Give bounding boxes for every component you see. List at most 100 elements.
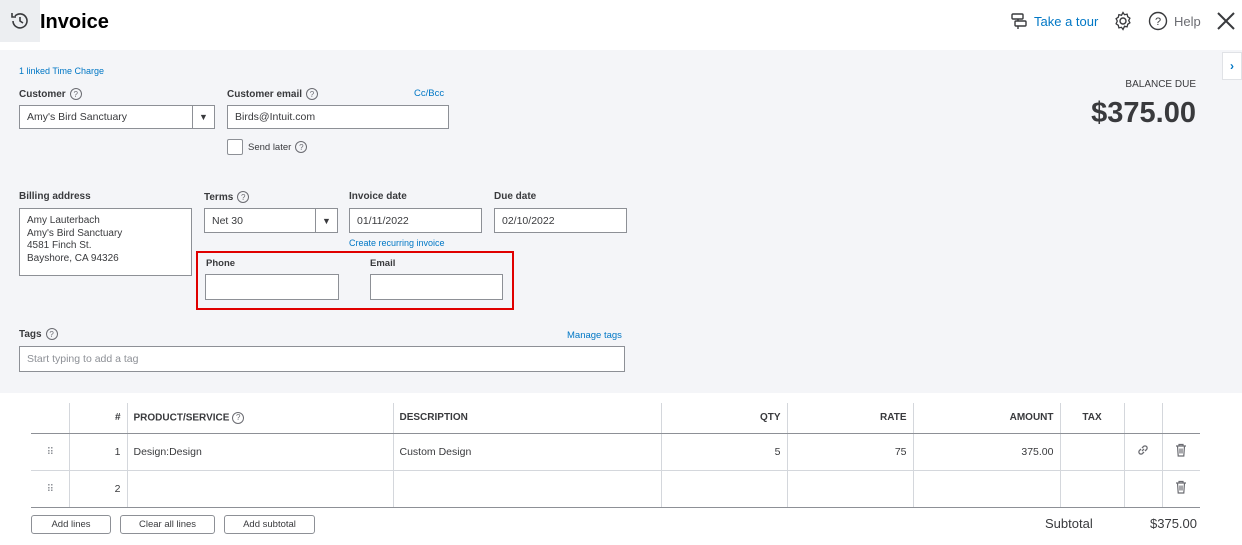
invoice-date-value: 01/11/2022 xyxy=(357,214,409,227)
customer-select[interactable]: Amy's Bird Sanctuary ▼ xyxy=(19,105,215,129)
address-line: Amy Lauterbach xyxy=(27,215,100,226)
table-header-row: # PRODUCT/SERVICE ? DESCRIPTION QTY RATE… xyxy=(31,403,1200,434)
column-header-number: # xyxy=(68,403,127,434)
description-cell[interactable]: Custom Design xyxy=(392,433,661,471)
line-items-table: # PRODUCT/SERVICE ? DESCRIPTION QTY RATE… xyxy=(31,403,1200,508)
due-date-input[interactable]: 02/10/2022 xyxy=(494,208,627,233)
row-number: 2 xyxy=(68,470,127,508)
drag-column-header xyxy=(31,403,69,434)
product-cell[interactable]: Design:Design xyxy=(126,433,393,471)
due-date-value: 02/10/2022 xyxy=(502,214,555,227)
close-icon xyxy=(1217,12,1235,30)
linked-time-charge-link[interactable]: 1 linked Time Charge xyxy=(19,66,104,76)
invoice-date-label: Invoice date xyxy=(349,191,407,202)
billing-address-label: Billing address xyxy=(19,191,91,202)
cc-bcc-link[interactable]: Cc/Bcc xyxy=(414,88,444,99)
link-column-header xyxy=(1123,403,1162,434)
table-row[interactable]: ⠿ 2 xyxy=(31,470,1200,508)
terms-value: Net 30 xyxy=(212,214,243,227)
tax-cell[interactable] xyxy=(1059,470,1124,508)
balance-due-label: BALANCE DUE xyxy=(1125,79,1196,90)
terms-label-text: Terms xyxy=(204,191,234,203)
recent-transactions-button[interactable] xyxy=(0,0,40,42)
address-line: Bayshore, CA 94326 xyxy=(27,252,119,264)
terms-select[interactable]: Net 30 ▼ xyxy=(204,208,338,233)
amount-cell[interactable] xyxy=(912,470,1060,508)
tags-input[interactable]: Start typing to add a tag xyxy=(19,346,625,372)
add-lines-button[interactable]: Add lines xyxy=(31,515,111,534)
column-header-product: PRODUCT/SERVICE ? xyxy=(126,403,393,434)
help-icon[interactable]: ? xyxy=(295,141,308,153)
drag-handle[interactable]: ⠿ xyxy=(31,470,69,508)
link-icon xyxy=(1138,445,1148,455)
product-cell[interactable] xyxy=(126,470,393,508)
customer-email-label: Customer email? xyxy=(227,88,319,100)
customer-email-input[interactable]: Birds@Intuit.com xyxy=(227,105,449,129)
expand-panel-tab[interactable]: › xyxy=(1222,52,1242,80)
phone-input[interactable] xyxy=(205,274,339,300)
terms-label: Terms? xyxy=(204,191,250,203)
help-icon[interactable]: ? xyxy=(237,191,250,203)
subtotal-label: Subtotal xyxy=(1045,516,1093,531)
help-button[interactable]: ? Help xyxy=(1148,11,1201,31)
drag-grip-icon: ⠿ xyxy=(46,446,54,458)
take-tour-link[interactable]: Take a tour xyxy=(1010,12,1098,30)
phone-label: Phone xyxy=(206,258,236,269)
description-cell[interactable] xyxy=(392,470,661,508)
svg-text:?: ? xyxy=(1155,16,1161,28)
dropdown-arrow-icon[interactable]: ▼ xyxy=(315,209,337,232)
row-number: 1 xyxy=(68,433,127,471)
tags-placeholder: Start typing to add a tag xyxy=(27,353,139,365)
header: Invoice Take a tour ? Help xyxy=(0,0,1242,50)
rate-cell[interactable] xyxy=(786,470,913,508)
column-header-tax: TAX xyxy=(1059,403,1124,434)
drag-grip-icon: ⠿ xyxy=(46,483,54,495)
customer-label: Customer? xyxy=(19,88,82,100)
invoice-date-input[interactable]: 01/11/2022 xyxy=(349,208,482,233)
product-header-text: PRODUCT/SERVICE xyxy=(133,412,230,424)
column-header-rate: RATE xyxy=(786,403,913,434)
create-recurring-link[interactable]: Create recurring invoice xyxy=(349,238,445,248)
settings-button[interactable] xyxy=(1113,11,1133,36)
chevron-right-icon: › xyxy=(1230,59,1234,73)
close-button[interactable] xyxy=(1215,10,1237,37)
column-header-description: DESCRIPTION xyxy=(392,403,661,434)
billing-address-input[interactable]: Amy Lauterbach Amy's Bird Sanctuary 4581… xyxy=(19,208,192,276)
tax-cell[interactable] xyxy=(1059,433,1124,471)
delete-column-header xyxy=(1161,403,1200,434)
clear-all-lines-button[interactable]: Clear all lines xyxy=(120,515,215,534)
qty-cell[interactable]: 5 xyxy=(660,433,787,471)
manage-tags-link[interactable]: Manage tags xyxy=(567,330,622,341)
signpost-icon xyxy=(1011,13,1027,29)
amount-cell[interactable]: 375.00 xyxy=(912,433,1060,471)
help-icon[interactable]: ? xyxy=(45,328,58,340)
gear-icon xyxy=(1115,11,1131,31)
dropdown-arrow-icon[interactable]: ▼ xyxy=(192,106,214,128)
due-date-label: Due date xyxy=(494,191,537,202)
delete-row-button[interactable] xyxy=(1161,433,1200,471)
take-tour-label: Take a tour xyxy=(1034,13,1099,29)
send-later-label: Send later? xyxy=(248,141,308,153)
column-header-qty: QTY xyxy=(660,403,787,434)
column-header-amount: AMOUNT xyxy=(912,403,1060,434)
balance-due-amount: $375.00 xyxy=(1091,97,1196,129)
help-icon[interactable]: ? xyxy=(232,411,245,424)
help-icon: ? xyxy=(1148,11,1168,31)
customer-email-value: Birds@Intuit.com xyxy=(235,111,316,123)
rate-cell[interactable]: 75 xyxy=(786,433,913,471)
table-row[interactable]: ⠿ 1 Design:Design Custom Design 5 75 375… xyxy=(31,433,1200,471)
link-cell xyxy=(1123,470,1162,508)
customer-value: Amy's Bird Sanctuary xyxy=(27,111,128,123)
linked-charge-button[interactable] xyxy=(1123,433,1162,471)
drag-handle[interactable]: ⠿ xyxy=(31,433,69,471)
qty-cell[interactable] xyxy=(660,470,787,508)
help-icon[interactable]: ? xyxy=(306,88,319,100)
address-line: Amy's Bird Sanctuary xyxy=(27,227,123,239)
email-input[interactable] xyxy=(370,274,503,300)
customer-label-text: Customer xyxy=(19,88,66,100)
help-icon[interactable]: ? xyxy=(69,88,82,100)
delete-row-button[interactable] xyxy=(1161,470,1200,508)
send-later-text: Send later xyxy=(248,141,292,153)
send-later-checkbox[interactable] xyxy=(227,139,243,155)
add-subtotal-button[interactable]: Add subtotal xyxy=(224,515,315,534)
